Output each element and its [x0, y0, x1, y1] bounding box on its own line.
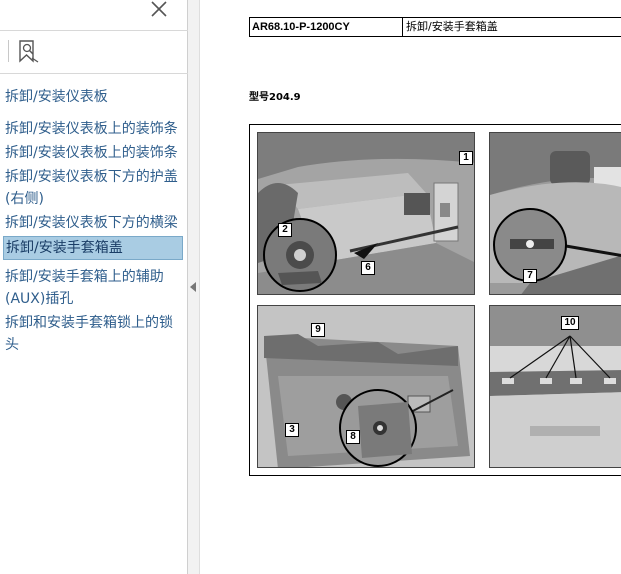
photo-glovebox-overview: 1 2 6 [257, 132, 475, 295]
document-header-table: AR68.10-P-1200CY 拆卸/安装手套箱盖 [249, 17, 621, 37]
bookmark-item-dashboard-trim-1[interactable]: 拆卸/安装仪表板上的装饰条 [0, 118, 188, 140]
callout-3: 3 [285, 423, 299, 437]
photo-dashboard-upper: 7 [489, 132, 621, 295]
photo-glovebox-clips: 10 [489, 305, 621, 468]
document-code: AR68.10-P-1200CY [250, 18, 403, 36]
panel-divider [0, 73, 188, 74]
bookmark-item-glovebox-lid[interactable]: 拆卸/安装手套箱盖 [3, 236, 183, 260]
document-page: AR68.10-P-1200CY 拆卸/安装手套箱盖 型号204.9 1 2 6… [201, 0, 621, 574]
panel-splitter[interactable] [188, 0, 200, 574]
dashboard-upper-image [490, 133, 621, 294]
glovebox-lid-image [258, 306, 474, 467]
close-panel-button[interactable] [148, 0, 170, 20]
callout-7: 7 [523, 269, 537, 283]
toolbar-separator [8, 40, 9, 62]
bookmark-item-aux-jack[interactable]: 拆卸/安装手套箱上的辅助(AUX)插孔 [0, 266, 188, 310]
bookmark-item-lower-cover-right[interactable]: 拆卸/安装仪表板下方的护盖 (右侧) [0, 166, 188, 210]
callout-9: 9 [311, 323, 325, 337]
callout-2: 2 [278, 223, 292, 237]
instruction-figure: 1 2 6 7 9 3 8 10 [249, 124, 621, 476]
close-icon [151, 1, 167, 17]
bookmark-search-icon [19, 40, 39, 63]
callout-10: 10 [561, 316, 579, 330]
photo-glovebox-lid: 9 3 8 [257, 305, 475, 468]
bookmark-panel: 拆卸/安装仪表板 拆卸/安装仪表板上的装饰条 拆卸/安装仪表板上的装饰条 拆卸/… [0, 0, 188, 574]
document-title: 拆卸/安装手套箱盖 [406, 20, 498, 33]
bookmark-toolbar [0, 31, 188, 73]
find-bookmark-button[interactable] [18, 39, 40, 65]
bookmark-item-dashboard-trim-2[interactable]: 拆卸/安装仪表板上的装饰条 [0, 142, 188, 164]
bookmark-list: 拆卸/安装仪表板 拆卸/安装仪表板上的装饰条 拆卸/安装仪表板上的装饰条 拆卸/… [0, 86, 188, 356]
bookmark-item-dashboard[interactable]: 拆卸/安装仪表板 [0, 86, 188, 108]
callout-6: 6 [361, 261, 375, 275]
bookmark-item-crossmember[interactable]: 拆卸/安装仪表板下方的横梁 [0, 212, 188, 234]
callout-8: 8 [346, 430, 360, 444]
callout-1: 1 [459, 151, 473, 165]
glovebox-clips-image [490, 306, 621, 467]
collapse-panel-arrow-icon[interactable] [190, 282, 196, 292]
bookmark-item-glovebox-lock[interactable]: 拆卸和安装手套箱锁上的锁头 [0, 312, 188, 356]
model-label: 型号204.9 [249, 92, 301, 103]
